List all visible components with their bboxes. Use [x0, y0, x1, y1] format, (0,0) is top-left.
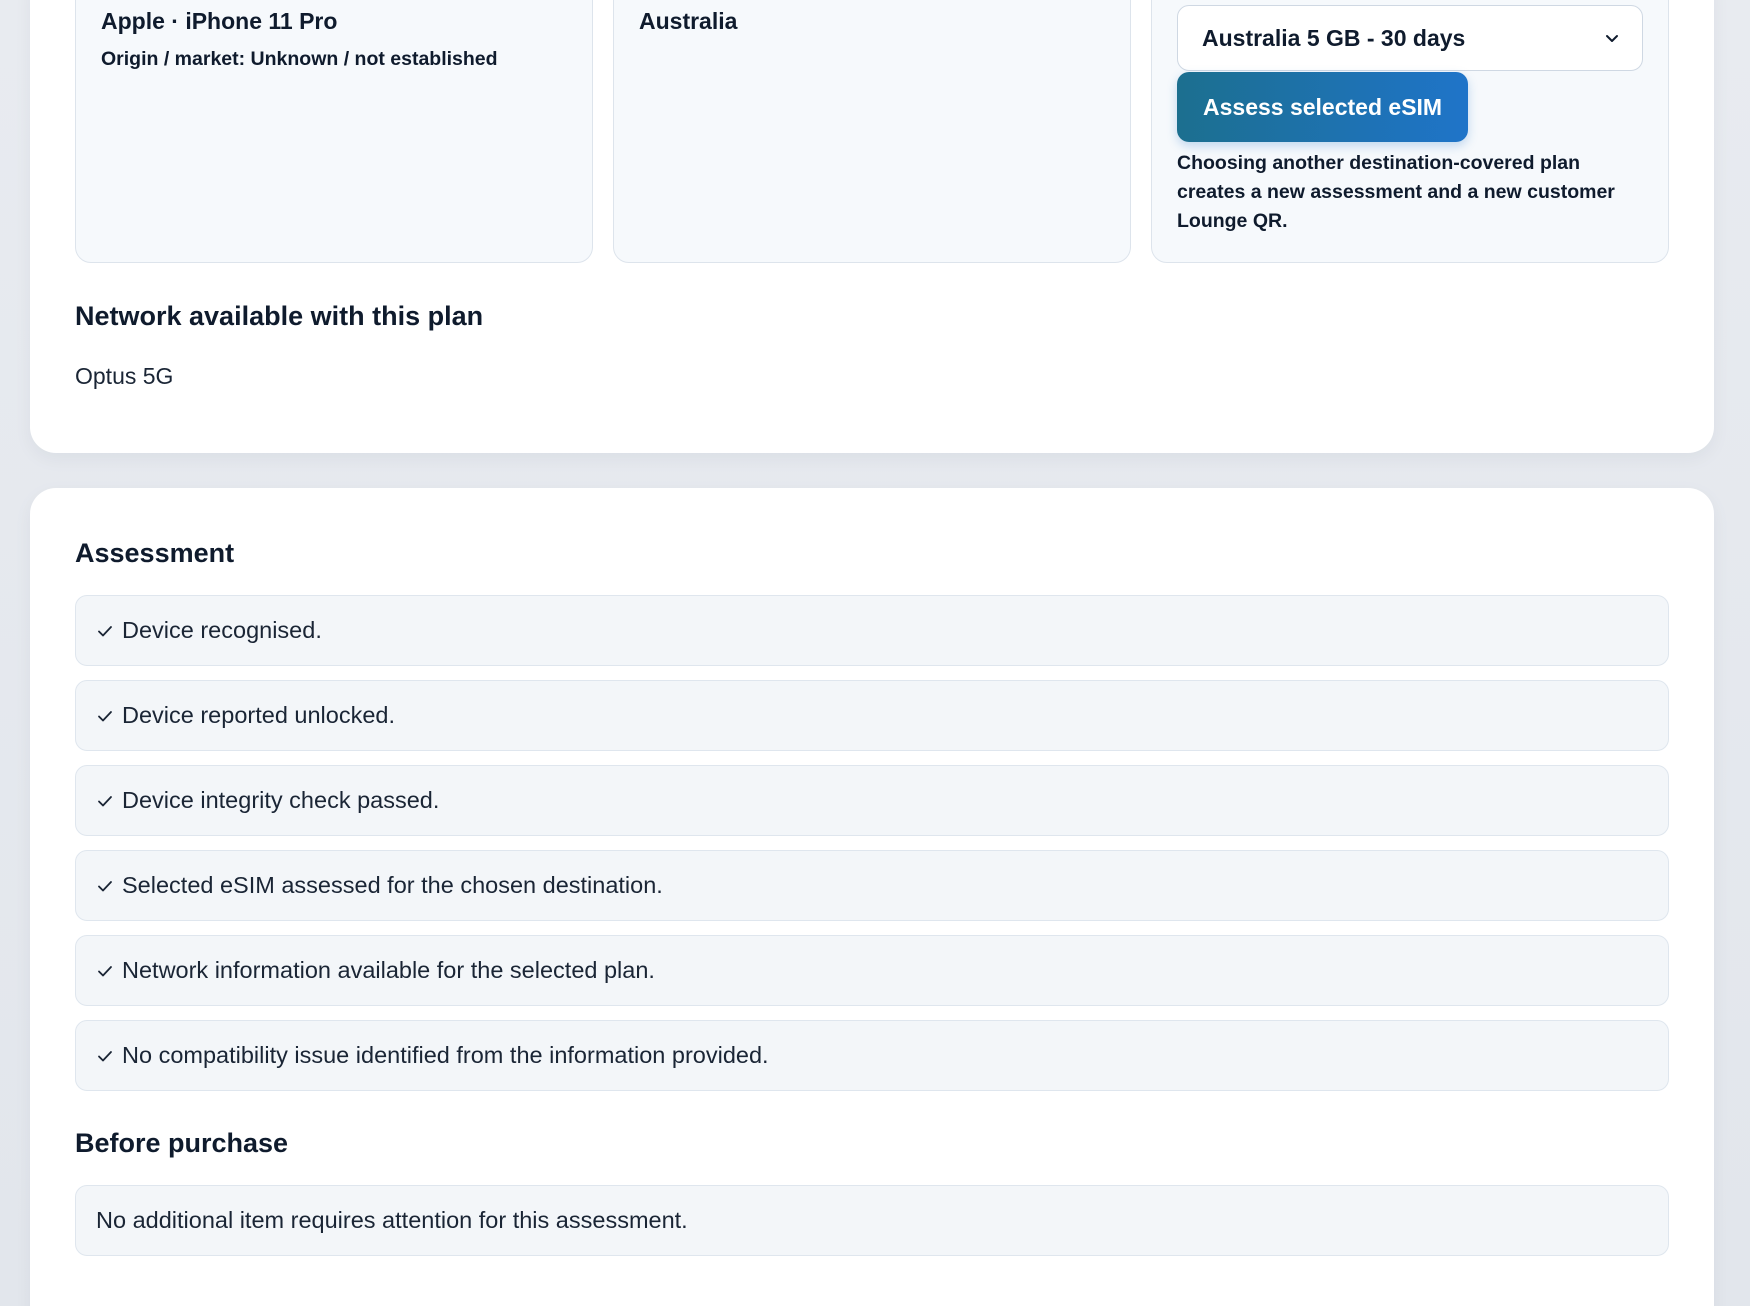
before-purchase-heading: Before purchase: [75, 1128, 289, 1158]
assessment-item-text: Network information available for the se…: [122, 957, 655, 983]
device-panel: Apple · iPhone 11 Pro Origin / market: U…: [75, 0, 593, 263]
assessment-item-text: Device integrity check passed.: [122, 787, 440, 813]
plan-select-value: Australia 5 GB - 30 days: [1202, 24, 1466, 51]
assessment-item: Device recognised.: [75, 595, 1669, 666]
before-purchase-message-box: No additional item requires attention fo…: [75, 1185, 1669, 1256]
network-heading: Network available with this plan: [75, 301, 484, 331]
assessment-item: Device reported unlocked.: [75, 680, 1669, 751]
chevron-down-icon: [1604, 30, 1620, 46]
device-origin: Origin / market: Unknown / not establish…: [101, 48, 498, 70]
assessment-heading: Assessment: [75, 538, 235, 568]
device-title: Apple · iPhone 11 Pro: [101, 8, 338, 34]
assessment-item-text: Device reported unlocked.: [122, 702, 396, 728]
assessment-list: Device recognised. Device reported unloc…: [75, 595, 1669, 1105]
check-icon: [96, 962, 114, 980]
destination-panel: Australia: [613, 0, 1131, 263]
check-icon: [96, 707, 114, 725]
assessment-item-text: Device recognised.: [122, 617, 322, 643]
assessment-item: No compatibility issue identified from t…: [75, 1020, 1669, 1091]
plan-select[interactable]: Australia 5 GB - 30 days: [1177, 5, 1643, 71]
assessment-card: Assessment Device recognised. Device rep…: [30, 488, 1714, 1306]
check-icon: [96, 622, 114, 640]
assessment-item: Selected eSIM assessed for the chosen de…: [75, 850, 1669, 921]
check-icon: [96, 1047, 114, 1065]
check-icon: [96, 877, 114, 895]
plan-summary-card: Apple · iPhone 11 Pro Origin / market: U…: [30, 0, 1714, 453]
destination-title: Australia: [639, 8, 738, 34]
network-value: Optus 5G: [75, 363, 174, 389]
assessment-item: Network information available for the se…: [75, 935, 1669, 1006]
before-purchase-message: No additional item requires attention fo…: [96, 1207, 688, 1233]
plan-change-note: Choosing another destination-covered pla…: [1177, 152, 1615, 232]
assessment-item-text: Selected eSIM assessed for the chosen de…: [122, 872, 663, 898]
assessment-item-text: No compatibility issue identified from t…: [122, 1042, 769, 1068]
check-icon: [96, 792, 114, 810]
assess-selected-esim-button[interactable]: Assess selected eSIM: [1177, 72, 1469, 142]
assessment-item: Device integrity check passed.: [75, 765, 1669, 836]
plan-panel: Australia 5 GB - 30 days Assess selected…: [1151, 0, 1669, 263]
page: Apple · iPhone 11 Pro Origin / market: U…: [0, 0, 1750, 1306]
